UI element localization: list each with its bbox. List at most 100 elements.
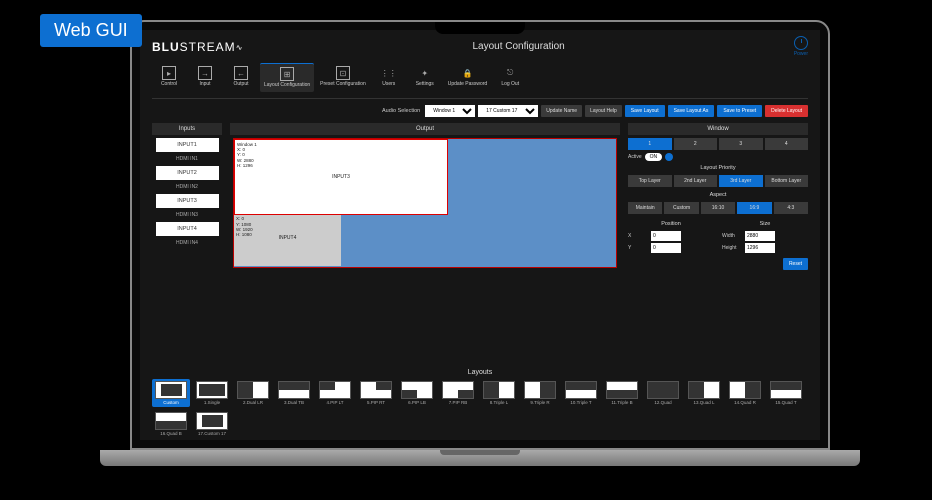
layout-item-8[interactable]: 8.Triple L: [480, 379, 518, 407]
power-label: Power: [794, 51, 808, 57]
y-input[interactable]: [651, 243, 681, 253]
active-toggle[interactable]: ON: [645, 153, 663, 161]
output-header: Output: [230, 123, 620, 135]
layout-item-14[interactable]: 14.Quad R: [726, 379, 764, 407]
aspect-169-button[interactable]: 16:9: [737, 202, 771, 214]
2nd-layer-button[interactable]: 2nd Layer: [674, 175, 718, 187]
top-layer-button[interactable]: Top Layer: [628, 175, 672, 187]
logout-icon: ⎋: [503, 66, 517, 80]
aspect-43-button[interactable]: 4:3: [774, 202, 808, 214]
layout-item-label: 9.Triple R: [530, 400, 549, 405]
x-label: X: [628, 233, 648, 239]
layout-thumb-icon: [155, 412, 187, 430]
width-label: Width: [722, 233, 742, 239]
layout-item-label: Custom: [163, 400, 179, 405]
input4-button[interactable]: INPUT4: [156, 222, 219, 236]
save-layout-button[interactable]: Save Layout: [625, 105, 665, 117]
aspect-custom-button[interactable]: Custom: [664, 202, 698, 214]
layout-thumb-icon: [196, 381, 228, 399]
layout-item-label: 7.PIP RB: [449, 400, 467, 405]
layout-item-15[interactable]: 15.Quad T: [767, 379, 805, 407]
layout-item-label: 2.Dual LR: [243, 400, 263, 405]
layout-item-label: 8.Triple L: [490, 400, 509, 405]
window-2[interactable]: Window 2X: 0Y: 1080W: 1920H: 1080 INPUT4: [234, 209, 341, 267]
height-label: Height: [722, 245, 742, 251]
3rd-layer-button[interactable]: 3rd Layer: [719, 175, 763, 187]
input1-button[interactable]: INPUT1: [156, 138, 219, 152]
layout-thumb-icon: [278, 381, 310, 399]
audio-window-select[interactable]: Window 1: [425, 105, 475, 117]
layout-item-5[interactable]: 5.PIP RT: [357, 379, 395, 407]
size-header: Size: [722, 219, 808, 229]
x-input[interactable]: [651, 231, 681, 241]
layout-item-17[interactable]: 17.Custom 17: [193, 410, 231, 438]
nav-logout[interactable]: ⎋Log Out: [493, 63, 527, 92]
layout-item-6[interactable]: 6.PIP LB: [398, 379, 436, 407]
nav-input[interactable]: →Input: [188, 63, 222, 92]
nav-output[interactable]: ←Output: [224, 63, 258, 92]
input3-button[interactable]: INPUT3: [156, 194, 219, 208]
layout-item-9[interactable]: 9.Triple R: [521, 379, 559, 407]
window-1-button[interactable]: 1: [628, 138, 672, 150]
layout-item-10[interactable]: 10.Triple T: [562, 379, 600, 407]
layout-item-label: 3.Dual TB: [284, 400, 304, 405]
layout-item-1[interactable]: 1.Single: [193, 379, 231, 407]
nav-settings[interactable]: ✦Settings: [408, 63, 442, 92]
layout-item-label: 5.PIP RT: [367, 400, 385, 405]
window-2-button[interactable]: 2: [674, 138, 718, 150]
layout-item-3[interactable]: 3.Dual TB: [275, 379, 313, 407]
hdmi4-label: HDMI IN4: [152, 238, 222, 250]
layout-item-7[interactable]: 7.PIP RB: [439, 379, 477, 407]
save-layout-as-button[interactable]: Save Layout As: [668, 105, 715, 117]
layout-item-label: 16.Quad B: [160, 431, 182, 436]
lock-icon: 🔒: [460, 66, 474, 80]
layout-item-0[interactable]: Custom: [152, 379, 190, 407]
reset-button[interactable]: Reset: [783, 258, 808, 270]
layout-item-label: 6.PIP LB: [408, 400, 426, 405]
layout-icon: ⊞: [280, 67, 294, 81]
nav-preset-config[interactable]: ⊡Preset Configuration: [316, 63, 370, 92]
layout-item-2[interactable]: 2.Dual LR: [234, 379, 272, 407]
layout-item-4[interactable]: 4.PIP LT: [316, 379, 354, 407]
layout-help-button[interactable]: Layout Help: [585, 105, 622, 117]
layout-item-16[interactable]: 16.Quad B: [152, 410, 190, 438]
aspect-maintain-button[interactable]: Maintain: [628, 202, 662, 214]
layout-thumb-icon: [319, 381, 351, 399]
window-4-button[interactable]: 4: [765, 138, 809, 150]
notch: [435, 22, 525, 34]
bottom-layer-button[interactable]: Bottom Layer: [765, 175, 809, 187]
layout-thumb-icon: [688, 381, 720, 399]
layout-priority-header: Layout Priority: [628, 163, 808, 173]
layout-thumb-icon: [647, 381, 679, 399]
delete-layout-button[interactable]: Delete Layout: [765, 105, 808, 117]
layout-name-select[interactable]: 17 Custom 17: [478, 105, 538, 117]
nav-control[interactable]: ▸Control: [152, 63, 186, 92]
window-1[interactable]: Window 1X: 0Y: 0W: 2880H: 1296 INPUT3: [234, 139, 448, 216]
layout-thumb-icon: [524, 381, 556, 399]
layout-item-label: 12.Quad: [654, 400, 671, 405]
layout-item-12[interactable]: 12.Quad: [644, 379, 682, 407]
power-icon[interactable]: [794, 36, 808, 50]
layout-item-13[interactable]: 13.Quad L: [685, 379, 723, 407]
layout-thumb-icon: [237, 381, 269, 399]
height-input[interactable]: [745, 243, 775, 253]
aspect-1610-button[interactable]: 16:10: [701, 202, 735, 214]
layout-item-label: 17.Custom 17: [198, 431, 226, 436]
logo: BLUSTREAM∿: [152, 40, 243, 54]
layouts-grid: Custom 1.Single 2.Dual LR 3.Dual TB 4.PIP LT…: [152, 379, 808, 438]
input2-button[interactable]: INPUT2: [156, 166, 219, 180]
update-name-button[interactable]: Update Name: [541, 105, 582, 117]
output-canvas[interactable]: Window 1X: 0Y: 0W: 2880H: 1296 INPUT3 Wi…: [233, 138, 617, 268]
layout-thumb-icon: [155, 381, 187, 399]
nav-users[interactable]: ⋮⋮Users: [372, 63, 406, 92]
nav-update-password[interactable]: 🔒Update Password: [444, 63, 491, 92]
layout-item-11[interactable]: 11.Triple B: [603, 379, 641, 407]
save-to-preset-button[interactable]: Save to Preset: [717, 105, 762, 117]
window-3-button[interactable]: 3: [719, 138, 763, 150]
layout-thumb-icon: [442, 381, 474, 399]
nav-layout-config[interactable]: ⊞Layout Configuration: [260, 63, 314, 92]
users-icon: ⋮⋮: [382, 66, 396, 80]
layout-item-label: 4.PIP LT: [326, 400, 343, 405]
width-input[interactable]: [745, 231, 775, 241]
audio-selection-label: Audio Selection: [382, 108, 420, 114]
